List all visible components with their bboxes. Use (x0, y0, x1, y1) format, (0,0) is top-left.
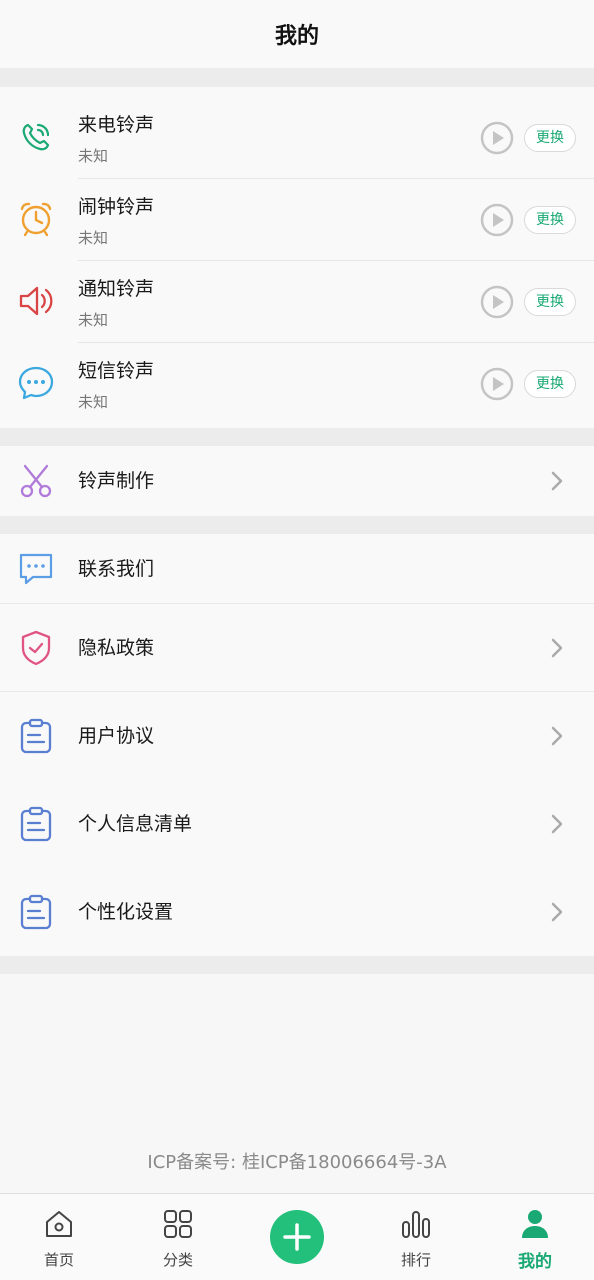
menu-item-label: 个性化设置 (78, 901, 174, 923)
scissors-icon (20, 464, 52, 498)
shield-check-icon (21, 630, 51, 666)
ringtone-title: 通知铃声 (78, 278, 155, 300)
menu-item-label: 联系我们 (78, 558, 155, 580)
play-icon[interactable] (480, 285, 514, 319)
plus-icon (283, 1223, 311, 1251)
section-divider (0, 68, 594, 87)
alarm-clock-icon (20, 202, 52, 237)
tab-label: 分类 (162, 1251, 193, 1269)
ringtone-section: 来电铃声 未知 更换 闹钟铃声 未知 更换 通知铃声 未知 更换 短信铃声 未知… (0, 87, 594, 428)
play-icon[interactable] (480, 203, 514, 237)
chevron-right-icon (551, 902, 563, 922)
tab-category[interactable]: 分类 (119, 1194, 237, 1280)
section-divider (0, 956, 594, 974)
play-icon[interactable] (480, 367, 514, 401)
bar-chart-icon (402, 1211, 430, 1238)
change-button[interactable]: 更换 (524, 206, 576, 234)
info-section: 联系我们 隐私政策 用户协议 个人信息清单 个性化设置 (0, 534, 594, 956)
change-button[interactable]: 更换 (524, 124, 576, 152)
clipboard-icon (20, 894, 52, 930)
clipboard-icon (20, 718, 52, 754)
change-button[interactable]: 更换 (524, 370, 576, 398)
change-button[interactable]: 更换 (524, 288, 576, 316)
menu-item-personalization[interactable]: 个性化设置 (0, 868, 594, 956)
section-divider (0, 428, 594, 446)
menu-item-ringtone-maker[interactable]: 铃声制作 (0, 446, 594, 516)
ringtone-subtitle: 未知 (78, 147, 109, 165)
ringtone-row-alarm[interactable]: 闹钟铃声 未知 更换 (0, 179, 594, 261)
tab-mine[interactable]: 我的 (476, 1194, 594, 1280)
person-icon (522, 1210, 548, 1238)
chevron-right-icon (551, 814, 563, 834)
page-title: 我的 (274, 24, 319, 49)
add-button[interactable] (270, 1210, 324, 1264)
chat-icon (19, 553, 53, 585)
menu-item-privacy[interactable]: 隐私政策 (0, 604, 594, 692)
menu-item-label: 铃声制作 (78, 470, 155, 492)
tab-label: 排行 (400, 1251, 431, 1269)
message-bubble-icon (18, 366, 54, 400)
tab-label: 我的 (518, 1252, 552, 1272)
ringtone-row-sms[interactable]: 短信铃声 未知 更换 (0, 343, 594, 425)
chevron-right-icon (551, 638, 563, 658)
section-divider (0, 516, 594, 534)
clipboard-icon (20, 806, 52, 842)
maker-section: 铃声制作 (0, 446, 594, 516)
tab-label: 首页 (43, 1251, 74, 1269)
phone-icon (22, 123, 50, 151)
grid-icon (164, 1210, 192, 1238)
ringtone-title: 闹钟铃声 (78, 196, 155, 218)
ringtone-subtitle: 未知 (78, 229, 109, 247)
menu-item-label: 用户协议 (78, 725, 155, 747)
ringtone-row-call[interactable]: 来电铃声 未知 更换 (0, 97, 594, 179)
home-icon (46, 1211, 72, 1237)
ringtone-row-notification[interactable]: 通知铃声 未知 更换 (0, 261, 594, 343)
ringtone-subtitle: 未知 (78, 311, 109, 329)
ringtone-title: 来电铃声 (78, 114, 155, 136)
menu-item-contact[interactable]: 联系我们 (0, 534, 594, 604)
tab-ranking[interactable]: 排行 (357, 1194, 475, 1280)
bottom-tab-bar: 首页 分类 排行 我的 (0, 1193, 594, 1280)
menu-item-user-agreement[interactable]: 用户协议 (0, 692, 594, 780)
ringtone-subtitle: 未知 (78, 393, 109, 411)
menu-item-personal-info-list[interactable]: 个人信息清单 (0, 780, 594, 868)
speaker-icon (19, 286, 53, 316)
ringtone-title: 短信铃声 (78, 360, 155, 382)
chevron-right-icon (551, 726, 563, 746)
chevron-right-icon (551, 471, 563, 491)
menu-item-label: 个人信息清单 (78, 813, 193, 835)
play-icon[interactable] (480, 121, 514, 155)
menu-item-label: 隐私政策 (78, 637, 155, 659)
page-header: 我的 (0, 0, 594, 68)
icp-record-text: ICP备案号: 桂ICP备18006664号-3A (147, 1152, 447, 1173)
tab-home[interactable]: 首页 (0, 1194, 118, 1280)
